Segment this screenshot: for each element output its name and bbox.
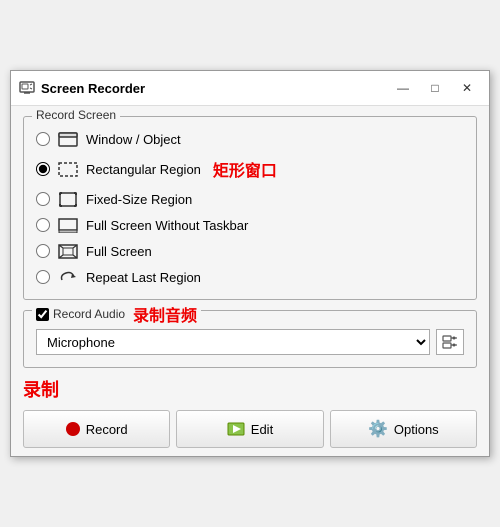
title-controls: — □ ✕	[389, 77, 481, 99]
options-gear-icon: ⚙️	[368, 419, 388, 439]
title-left: Screen Recorder	[19, 80, 145, 96]
radio-window-object-label: Window / Object	[86, 132, 181, 147]
edit-button[interactable]: Edit	[176, 410, 323, 448]
screen-recorder-window: Screen Recorder — □ ✕ Record Screen	[10, 70, 490, 457]
record-button[interactable]: Record	[23, 410, 170, 448]
radio-fullscreen-no-taskbar[interactable]: Full Screen Without Taskbar	[36, 215, 464, 235]
audio-group-label-container: Record Audio 录制音频	[32, 302, 201, 326]
radio-fixed-size-label: Fixed-Size Region	[86, 192, 192, 207]
rectangular-region-annotation: 矩形窗口	[213, 157, 277, 181]
radio-rectangular-region-label: Rectangular Region	[86, 162, 201, 177]
rectangular-region-icon	[58, 161, 78, 177]
main-content: Record Screen Window / Object	[11, 106, 489, 456]
options-button[interactable]: ⚙️ Options	[330, 410, 477, 448]
record-audio-group: Record Audio 录制音频 Microphone System Audi…	[23, 310, 477, 368]
title-bar: Screen Recorder — □ ✕	[11, 71, 489, 106]
radio-group: Window / Object Rectangular Region 矩形窗口	[36, 129, 464, 287]
options-button-label: Options	[394, 422, 439, 437]
fullscreen-icon	[58, 243, 78, 259]
audio-annotation: 录制音频	[133, 302, 197, 326]
audio-dropdown-row: Microphone System Audio Both	[36, 329, 464, 355]
record-audio-checkbox[interactable]	[36, 308, 49, 321]
edit-icon	[227, 422, 245, 436]
radio-rectangular-region-input[interactable]	[36, 162, 50, 176]
microphone-dropdown[interactable]: Microphone System Audio Both	[36, 329, 430, 355]
minimize-button[interactable]: —	[389, 77, 417, 99]
record-dot-icon	[66, 422, 80, 436]
radio-rectangular-region[interactable]: Rectangular Region 矩形窗口	[36, 155, 464, 183]
app-icon	[19, 80, 35, 96]
audio-settings-icon	[442, 334, 458, 350]
bottom-annotation: 录制	[23, 376, 477, 402]
record-button-label: Record	[86, 422, 128, 437]
radio-fullscreen-label: Full Screen	[86, 244, 152, 259]
toolbar: Record Edit ⚙️ Options	[23, 406, 477, 448]
fullscreen-no-taskbar-icon	[58, 217, 78, 233]
radio-fullscreen-input[interactable]	[36, 244, 50, 258]
window-object-icon	[58, 131, 78, 147]
record-screen-group: Record Screen Window / Object	[23, 116, 477, 300]
record-audio-label: Record Audio	[53, 307, 125, 321]
maximize-button[interactable]: □	[421, 77, 449, 99]
radio-fullscreen-no-taskbar-label: Full Screen Without Taskbar	[86, 218, 248, 233]
radio-window-object[interactable]: Window / Object	[36, 129, 464, 149]
repeat-last-icon	[58, 269, 78, 285]
fixed-size-icon	[58, 191, 78, 207]
radio-repeat-last[interactable]: Repeat Last Region	[36, 267, 464, 287]
radio-repeat-last-input[interactable]	[36, 270, 50, 284]
close-button[interactable]: ✕	[453, 77, 481, 99]
radio-window-object-input[interactable]	[36, 132, 50, 146]
radio-fixed-size-input[interactable]	[36, 192, 50, 206]
title-text: Screen Recorder	[41, 81, 145, 96]
audio-settings-button[interactable]	[436, 329, 464, 355]
radio-fullscreen-no-taskbar-input[interactable]	[36, 218, 50, 232]
radio-repeat-last-label: Repeat Last Region	[86, 270, 201, 285]
edit-button-label: Edit	[251, 422, 273, 437]
record-screen-label: Record Screen	[32, 108, 120, 122]
radio-fixed-size[interactable]: Fixed-Size Region	[36, 189, 464, 209]
radio-fullscreen[interactable]: Full Screen	[36, 241, 464, 261]
